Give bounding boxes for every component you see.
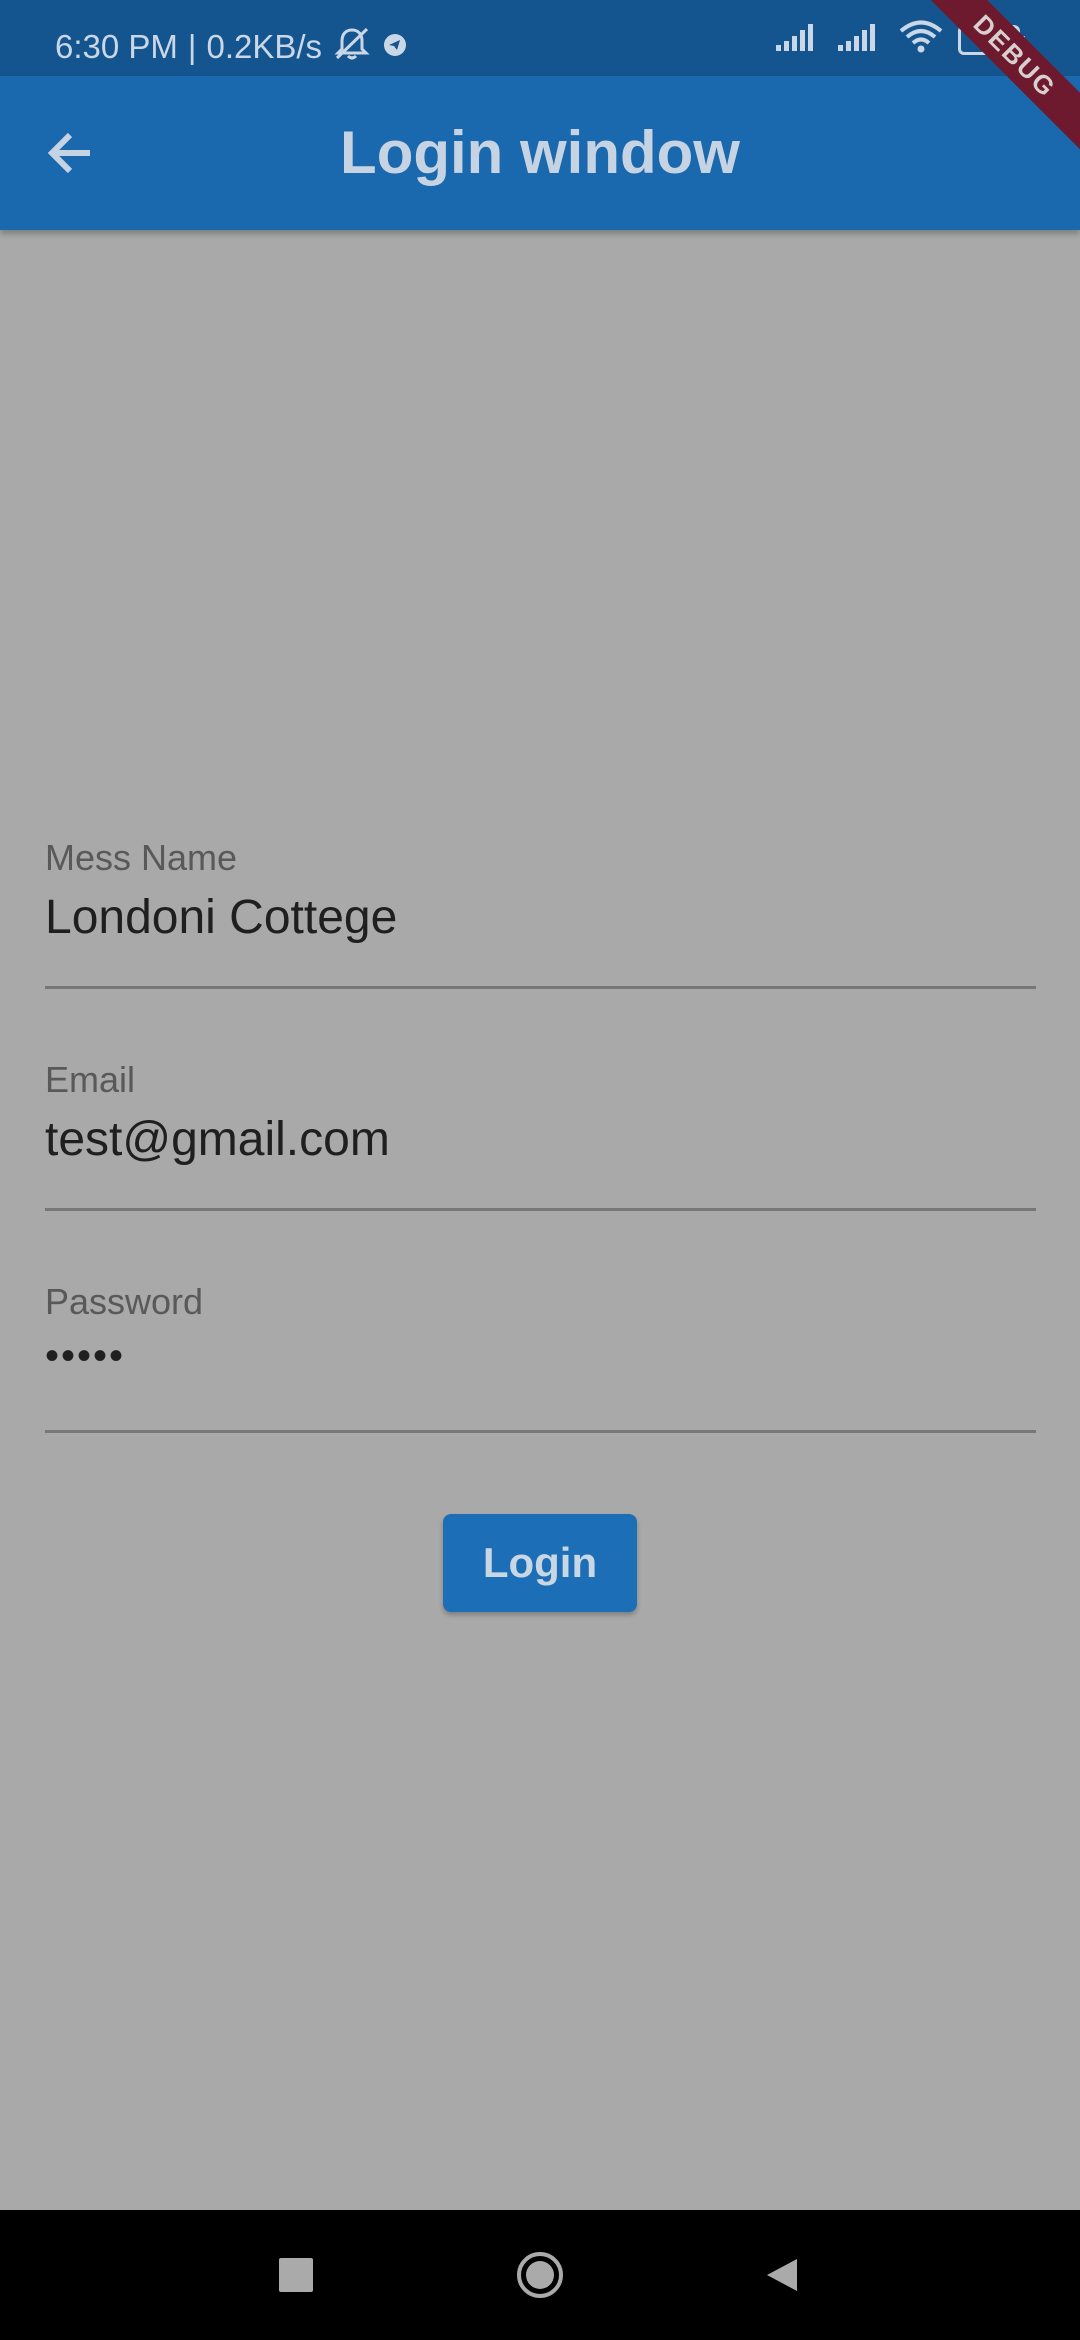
signal-icon [774, 21, 822, 58]
status-left: 6:30 PM | 0.2KB/s [55, 26, 408, 67]
mess-name-label: Mess Name [45, 837, 238, 878]
status-bar: 6:30 PM | 0.2KB/s [0, 0, 1080, 76]
app-bar: Login window [0, 76, 1080, 230]
email-label: Email [45, 1059, 136, 1100]
telegram-icon [382, 30, 408, 63]
email-field[interactable]: Email test@gmail.com [45, 1060, 1036, 1211]
status-speed: 0.2KB/s [206, 28, 323, 65]
signal-icon-2 [836, 21, 884, 58]
status-separator: | [187, 28, 197, 65]
password-field[interactable]: Password ••••• [45, 1282, 1036, 1433]
email-input[interactable]: test@gmail.com [45, 1112, 1036, 1168]
status-time: 6:30 PM [55, 28, 178, 65]
nav-bar [0, 2210, 1080, 2340]
mess-name-input[interactable]: Londoni Cottege [45, 890, 1036, 946]
wifi-icon [898, 20, 944, 59]
login-button[interactable]: Login [443, 1514, 637, 1612]
page-title: Login window [340, 119, 740, 186]
password-input[interactable]: ••••• [45, 1328, 1036, 1384]
home-button[interactable] [515, 2250, 565, 2300]
muted-bell-icon [332, 26, 372, 67]
password-label: Password [45, 1281, 204, 1322]
nav-back-button[interactable] [763, 2255, 803, 2295]
mess-name-field[interactable]: Mess Name Londoni Cottege [45, 838, 1036, 989]
recents-button[interactable] [279, 2258, 313, 2292]
